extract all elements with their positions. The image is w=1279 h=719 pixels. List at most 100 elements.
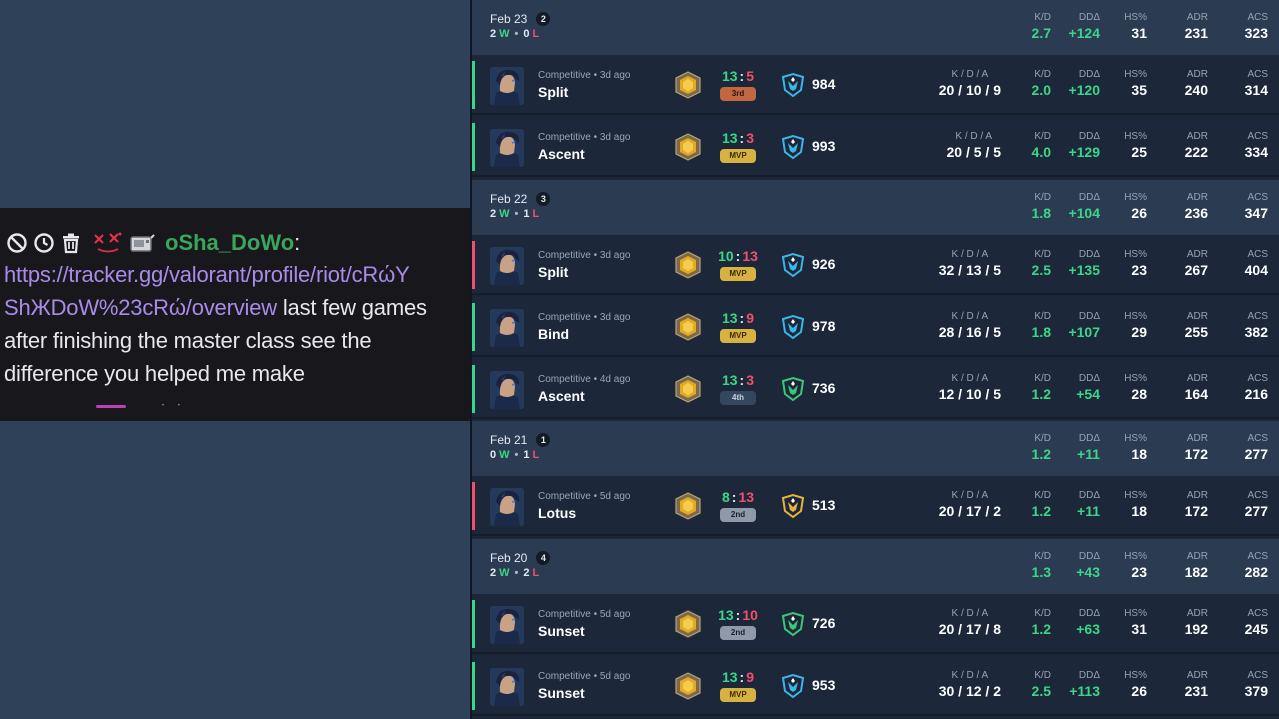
chat-message: oSha_DoWo: https://tracker.gg/valorant/p…: [0, 208, 470, 421]
delete-icon[interactable]: [58, 231, 83, 256]
score-enemy: 5: [746, 68, 755, 84]
match-row[interactable]: Competitive • 3d ago Bind 13:9 MVP 978 K / D …: [472, 297, 1279, 357]
day-wins: 2: [490, 567, 497, 579]
match-kda-label: K / D / A: [951, 373, 989, 384]
match-hs-label: HS%: [1124, 131, 1147, 142]
score-team: 13: [718, 607, 734, 623]
match-mode: Competitive • 5d ago: [538, 609, 631, 620]
day-wins: 0: [490, 449, 497, 461]
match-acs: ACS 404: [1245, 249, 1268, 278]
match-kda-value: 32 / 13 / 5: [938, 262, 1001, 278]
match-adr-label: ADR: [1186, 373, 1208, 384]
match-adr-label: ADR: [1186, 69, 1208, 80]
match-acs: ACS 314: [1245, 69, 1268, 98]
match-acs: ACS 334: [1245, 131, 1268, 160]
day-hs: HS% 18: [1124, 433, 1147, 462]
match-kd: K/D 1.2: [1032, 373, 1051, 402]
day-acs: ACS 323: [1245, 12, 1268, 41]
match-kda: K / D / A 32 / 13 / 5: [939, 249, 1001, 278]
match-dd-value: +135: [1068, 262, 1100, 278]
match-dd-label: DDΔ: [1078, 131, 1100, 142]
match-adr: ADR 172: [1185, 490, 1208, 519]
match-hs: HS% 35: [1124, 69, 1147, 98]
match-score: 13:9: [714, 669, 762, 685]
match-adr-label: ADR: [1186, 670, 1208, 681]
result-indicator: [472, 482, 475, 530]
score-colon: :: [739, 669, 745, 685]
day-wins: 2: [490, 208, 497, 220]
score-colon: :: [735, 248, 741, 264]
rank-icon: [673, 312, 703, 342]
rank-icon: [673, 671, 703, 701]
day-kd-value: 1.3: [1031, 564, 1051, 580]
rank-icon: [673, 70, 703, 100]
match-dd-label: DDΔ: [1078, 311, 1100, 322]
day-dd-label: DDΔ: [1078, 551, 1100, 562]
match-hs-label: HS%: [1124, 608, 1147, 619]
match-row[interactable]: Competitive • 3d ago Split 13:5 3rd 984 K / D…: [472, 55, 1279, 115]
chat-username[interactable]: oSha_DoWo: [165, 230, 294, 256]
ban-icon[interactable]: [4, 231, 29, 256]
rank-rating-icon: [780, 673, 806, 699]
day-losses: 1: [523, 449, 530, 461]
match-kda-value: 12 / 10 / 5: [938, 386, 1001, 402]
match-row[interactable]: Competitive • 5d ago Sunset 13:9 MVP 953 K / …: [472, 656, 1279, 716]
day-date: Feb 23 2: [490, 12, 551, 26]
match-acs: ACS 216: [1245, 373, 1268, 402]
match-mode: Competitive • 5d ago: [538, 491, 631, 502]
match-acs-value: 379: [1244, 683, 1268, 699]
match-kd: K/D 2.5: [1032, 249, 1051, 278]
result-indicator: [472, 662, 475, 710]
match-hs-value: 26: [1131, 683, 1147, 699]
chat-colon: :: [294, 230, 301, 255]
day-kd-label: K/D: [1034, 433, 1051, 444]
match-hs-label: HS%: [1124, 373, 1147, 384]
match-score: 13:3: [714, 372, 762, 388]
result-indicator: [472, 303, 475, 351]
agent-portrait: [490, 247, 524, 285]
match-adr-label: ADR: [1186, 608, 1208, 619]
score-enemy: 9: [746, 669, 755, 685]
match-kd: K/D 4.0: [1032, 131, 1051, 160]
day-summary: Feb 22 3 2 W • 1 L K/D 1.8 DDΔ +104 HS% 26 ADR 236 ACS 3…: [472, 180, 1279, 235]
match-dd-value: +113: [1069, 683, 1100, 699]
match-kd-label: K/D: [1034, 670, 1051, 681]
match-adr: ADR 164: [1185, 373, 1208, 402]
match-acs-label: ACS: [1247, 311, 1268, 322]
match-kd-label: K/D: [1034, 249, 1051, 260]
agent-portrait: [490, 488, 524, 526]
map-name: Sunset: [538, 623, 585, 639]
win-label: W: [499, 208, 510, 220]
day-adr-label: ADR: [1186, 12, 1208, 23]
day-dd: DDΔ +43: [1076, 551, 1100, 580]
match-row[interactable]: Competitive • 5d ago Sunset 13:10 2nd 726 K /…: [472, 594, 1279, 654]
match-row[interactable]: Competitive • 5d ago Lotus 8:13 2nd 513 K / D…: [472, 476, 1279, 536]
match-row[interactable]: Competitive • 3d ago Split 10:13 MVP 926 K / …: [472, 235, 1279, 295]
day-hs-label: HS%: [1124, 433, 1147, 444]
match-hs-value: 35: [1131, 82, 1147, 98]
match-dd: DDΔ +129: [1068, 131, 1100, 160]
match-hs-label: HS%: [1124, 69, 1147, 80]
match-score: 13:3: [714, 130, 762, 146]
match-row[interactable]: Competitive • 4d ago Ascent 13:3 4th 736 K / …: [472, 359, 1279, 419]
match-kda-label: K / D / A: [951, 490, 989, 501]
chat-message-body: https://tracker.gg/valorant/profile/riot…: [4, 258, 466, 390]
rank-rating-value: 736: [812, 380, 836, 396]
match-kd-label: K/D: [1034, 490, 1051, 501]
score-team: 13: [721, 310, 738, 326]
match-kda-label: K / D / A: [951, 608, 989, 619]
result-indicator: [472, 365, 475, 413]
score-enemy: 13: [742, 248, 758, 264]
loss-label: L: [532, 28, 540, 40]
day-match-count: 4: [536, 551, 551, 565]
match-row[interactable]: Competitive • 3d ago Ascent 13:3 MVP 993 K / …: [472, 117, 1279, 177]
rank-rating-value: 978: [812, 318, 836, 334]
match-kda: K / D / A 12 / 10 / 5: [939, 373, 1001, 402]
agent-portrait: [490, 309, 524, 347]
timeout-icon[interactable]: [31, 231, 56, 256]
match-hs: HS% 29: [1124, 311, 1147, 340]
rank-icon: [673, 132, 703, 162]
day-adr-label: ADR: [1186, 551, 1208, 562]
rank-rating-value: 726: [812, 615, 836, 631]
rank-rating-value: 993: [812, 138, 836, 154]
